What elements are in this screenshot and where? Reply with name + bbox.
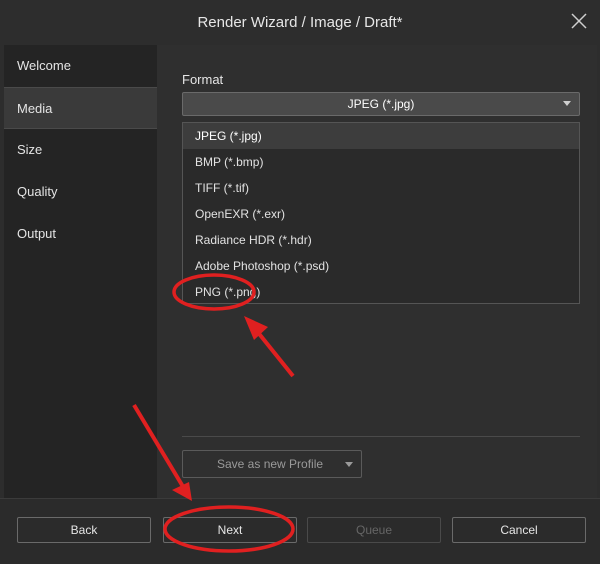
format-option-tiff[interactable]: TIFF (*.tif) [183,175,579,201]
sidebar-item-label: Quality [17,184,58,199]
format-option-psd[interactable]: Adobe Photoshop (*.psd) [183,253,579,279]
format-option-openexr[interactable]: OpenEXR (*.exr) [183,201,579,227]
sidebar-item-quality[interactable]: Quality [4,171,157,213]
next-button[interactable]: Next [163,517,297,543]
footer-bar: Back Next Queue Cancel [0,498,600,564]
window-title: Render Wizard / Image / Draft* [197,13,403,31]
render-wizard-window: Render Wizard / Image / Draft* Welcome M… [0,0,600,564]
format-select[interactable]: JPEG (*.jpg) [182,92,580,116]
sidebar-item-label: Media [17,101,53,116]
sidebar-item-size[interactable]: Size [4,129,157,171]
sidebar-item-media[interactable]: Media [4,87,157,129]
media-panel: Format JPEG (*.jpg) JPEG (*.jpg) BMP (*.… [157,45,597,498]
sidebar-item-label: Size [17,142,43,157]
sidebar-item-label: Output [17,226,57,241]
format-option-png[interactable]: PNG (*.png) [183,279,579,305]
wizard-steps-sidebar: Welcome Media Size Quality Output [4,45,157,498]
title-bar: Render Wizard / Image / Draft* [0,0,600,44]
cancel-button[interactable]: Cancel [452,517,586,543]
format-option-jpeg[interactable]: JPEG (*.jpg) [183,123,579,149]
sidebar-item-output[interactable]: Output [4,213,157,255]
save-profile-button[interactable]: Save as new Profile [182,450,362,478]
chevron-down-icon [563,101,571,106]
queue-button[interactable]: Queue [307,517,441,543]
save-profile-label: Save as new Profile [217,457,324,471]
format-option-hdr[interactable]: Radiance HDR (*.hdr) [183,227,579,253]
chevron-down-icon [345,462,353,467]
format-option-bmp[interactable]: BMP (*.bmp) [183,149,579,175]
close-icon[interactable] [568,10,590,32]
format-selected-value: JPEG (*.jpg) [347,97,415,111]
back-button[interactable]: Back [17,517,151,543]
format-dropdown-list: JPEG (*.jpg) BMP (*.bmp) TIFF (*.tif) Op… [182,122,580,304]
format-label: Format [182,72,224,87]
sidebar-item-welcome[interactable]: Welcome [4,45,157,87]
sidebar-item-label: Welcome [17,58,71,73]
divider [182,436,580,437]
